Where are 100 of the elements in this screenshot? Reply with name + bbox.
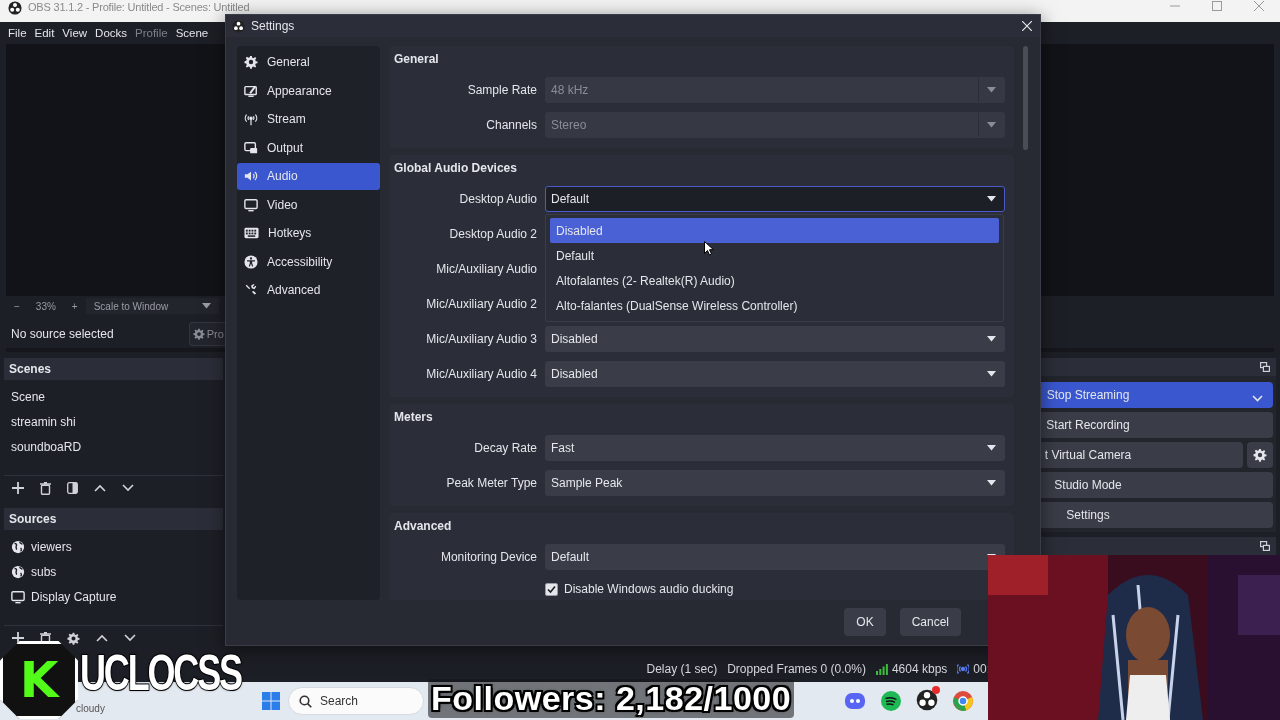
undock-icon: [1260, 541, 1270, 551]
field-label: Mic/Auxiliary Audio 2: [425, 297, 537, 311]
add-icon[interactable]: [12, 482, 24, 494]
sidebar-item[interactable]: Output: [237, 134, 380, 161]
sidebar-item[interactable]: Advanced: [237, 277, 380, 304]
sidebar-item[interactable]: Stream: [237, 106, 380, 133]
field-label: Sample Rate: [466, 83, 537, 97]
sidebar-item[interactable]: Audio: [237, 163, 380, 190]
gear-icon: [192, 328, 205, 340]
field-label: Peak Meter Type: [445, 476, 537, 490]
signal-icon: [875, 663, 888, 675]
dropdown-field[interactable]: Default: [545, 544, 1005, 570]
checkbox-label[interactable]: Disable Windows audio ducking: [564, 582, 734, 596]
status-text: No source selected: [11, 327, 114, 341]
menu-item[interactable]: File: [4, 27, 31, 39]
checkbox[interactable]: [545, 582, 558, 596]
globe-icon: [11, 564, 25, 579]
menu-item[interactable]: View: [58, 27, 92, 39]
window-title: OBS 31.1.2 - Profile: Untitled - Scenes: Untitled: [28, 1, 250, 13]
chevron-up-icon[interactable]: [96, 634, 108, 642]
section-title: Meters: [394, 410, 434, 424]
notification-dot: [932, 685, 940, 694]
field-label: Decay Rate: [473, 441, 537, 455]
control-button[interactable]: t Virtual Camera: [1040, 442, 1243, 468]
source-item[interactable]: subs: [31, 564, 57, 579]
zoom-out-button[interactable]: −: [6, 300, 28, 312]
control-button[interactable]: Stop Streaming: [1040, 382, 1273, 408]
control-button[interactable]: Start Recording: [1040, 412, 1273, 438]
field-label: Mic/Auxiliary Audio 3: [425, 332, 537, 346]
maximize-icon[interactable]: [1212, 1, 1222, 11]
globe-icon: [11, 539, 25, 554]
menu-item[interactable]: Scene: [171, 27, 213, 39]
search-field[interactable]: Search: [288, 687, 424, 715]
scene-item[interactable]: soundboaRD: [11, 439, 82, 454]
dropdown-field[interactable]: Sample Peak: [545, 470, 1005, 496]
sidebar-item[interactable]: General: [237, 49, 380, 76]
dialog-button[interactable]: Cancel: [899, 608, 961, 636]
trash-icon[interactable]: [40, 481, 51, 495]
monitor-icon: [11, 589, 25, 604]
spotify-icon[interactable]: [880, 690, 902, 712]
sidebar-item[interactable]: Hotkeys: [237, 220, 380, 247]
dropdown-field[interactable]: Disabled: [545, 326, 1005, 352]
control-button[interactable]: Settings: [1040, 502, 1273, 528]
scrollbar-thumb[interactable]: [1023, 46, 1028, 150]
dialog-title: Settings: [251, 19, 295, 33]
dropdown-field[interactable]: Default: [545, 186, 1005, 212]
follower-count-overlay: Followers: 2,182/1000: [428, 679, 795, 718]
status-text: 00:: [973, 662, 990, 676]
status-text: Delay (1 sec): [646, 662, 718, 676]
keyboard-icon: [244, 227, 259, 240]
field-label: Channels: [485, 118, 537, 132]
undock-icon: [1260, 362, 1270, 372]
output-icon: [244, 140, 258, 155]
dropdown-option[interactable]: Altofalantes (2- Realtek(R) Audio): [550, 268, 999, 293]
dropdown-option[interactable]: Disabled: [550, 218, 999, 243]
chevron-up-icon[interactable]: [94, 484, 106, 492]
zoom-in-button[interactable]: +: [63, 300, 86, 312]
settings-button[interactable]: [1247, 442, 1273, 468]
chevron-down-icon[interactable]: [124, 634, 136, 642]
scale-dropdown[interactable]: Scale to Window: [85, 298, 220, 314]
zoom-level: 33%: [34, 300, 57, 312]
status-text: Dropped Frames 0 (0.0%): [727, 662, 866, 676]
source-item[interactable]: Display Capture: [31, 589, 117, 604]
sidebar-item[interactable]: Appearance: [237, 77, 380, 104]
dropdown-option[interactable]: Default: [550, 243, 999, 268]
discord-icon[interactable]: [844, 690, 866, 712]
broadcast-icon: [957, 663, 970, 675]
control-button[interactable]: Studio Mode: [1040, 472, 1273, 498]
scene-item[interactable]: Scene: [11, 389, 46, 404]
section-title: Advanced: [394, 519, 453, 533]
scene-item[interactable]: streamin shi: [11, 414, 76, 429]
source-item[interactable]: viewers: [31, 539, 72, 554]
dropdown-option[interactable]: Alto-falantes (DualSense Wireless Controller): [550, 293, 999, 318]
section-title: General: [394, 52, 440, 66]
dropdown-field[interactable]: Disabled: [545, 361, 1005, 387]
browser-icon[interactable]: [952, 690, 974, 712]
field-label: Monitoring Device: [439, 550, 537, 564]
gear-icon: [67, 631, 80, 645]
field-label: Mic/Auxiliary Audio: [435, 262, 537, 276]
section-title: Global Audio Devices: [394, 161, 518, 175]
sidebar-item[interactable]: Accessibility: [237, 248, 380, 275]
dropdown-field[interactable]: Fast: [545, 435, 1005, 461]
menu-item[interactable]: Docks: [91, 27, 132, 39]
obs-logo-icon: [232, 19, 245, 33]
mouse-cursor-icon: [704, 241, 714, 256]
chevron-down-icon[interactable]: [122, 484, 134, 492]
monitor-brush-icon: [244, 83, 258, 98]
filter-icon[interactable]: [67, 482, 78, 494]
chevron-down-icon[interactable]: [1252, 395, 1263, 402]
gear-icon: [1253, 448, 1267, 462]
antenna-icon: [244, 112, 258, 127]
weather-text: cloudy: [76, 703, 105, 714]
sidebar-item[interactable]: Video: [237, 191, 380, 218]
search-icon: [299, 694, 312, 708]
gear-icon: [244, 55, 258, 70]
menu-item[interactable]: Edit: [30, 27, 59, 39]
properties-button[interactable]: Pro: [188, 322, 226, 346]
dialog-button[interactable]: OK: [844, 608, 886, 636]
accessibility-icon: [244, 254, 258, 269]
status-text: 4604 kbps: [891, 662, 948, 676]
